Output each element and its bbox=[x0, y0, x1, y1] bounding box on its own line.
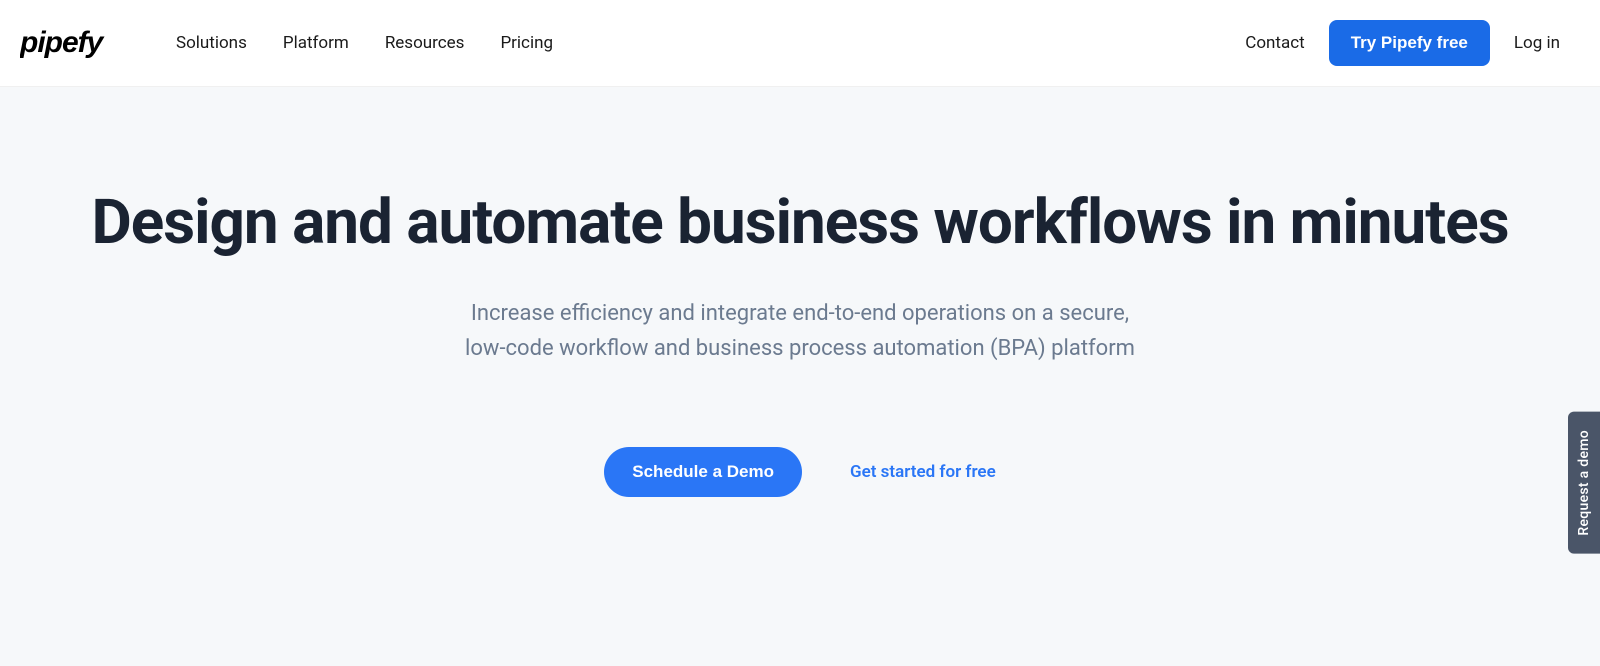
pipefy-logo[interactable]: pipefy bbox=[20, 26, 128, 60]
nav-solutions[interactable]: Solutions bbox=[176, 33, 247, 53]
hero-subtitle: Increase efficiency and integrate end-to… bbox=[450, 296, 1150, 366]
get-started-link[interactable]: Get started for free bbox=[850, 462, 996, 482]
hero-actions: Schedule a Demo Get started for free bbox=[40, 447, 1560, 497]
hero-title: Design and automate business workflows i… bbox=[40, 187, 1560, 258]
nav-resources[interactable]: Resources bbox=[385, 33, 465, 53]
header-left-section: pipefy Solutions Platform Resources Pric… bbox=[20, 26, 553, 60]
login-link[interactable]: Log in bbox=[1514, 33, 1560, 53]
main-navigation: Solutions Platform Resources Pricing bbox=[176, 33, 553, 53]
nav-pricing[interactable]: Pricing bbox=[500, 33, 553, 53]
header-right-section: Contact Try Pipefy free Log in bbox=[1245, 20, 1560, 66]
hero-section: Design and automate business workflows i… bbox=[0, 87, 1600, 666]
nav-platform[interactable]: Platform bbox=[283, 33, 349, 53]
main-header: pipefy Solutions Platform Resources Pric… bbox=[0, 0, 1600, 87]
try-free-button[interactable]: Try Pipefy free bbox=[1329, 20, 1490, 66]
svg-text:pipefy: pipefy bbox=[20, 26, 105, 59]
schedule-demo-button[interactable]: Schedule a Demo bbox=[604, 447, 802, 497]
contact-link[interactable]: Contact bbox=[1245, 33, 1304, 53]
request-demo-tab[interactable]: Request a demo bbox=[1568, 412, 1600, 554]
